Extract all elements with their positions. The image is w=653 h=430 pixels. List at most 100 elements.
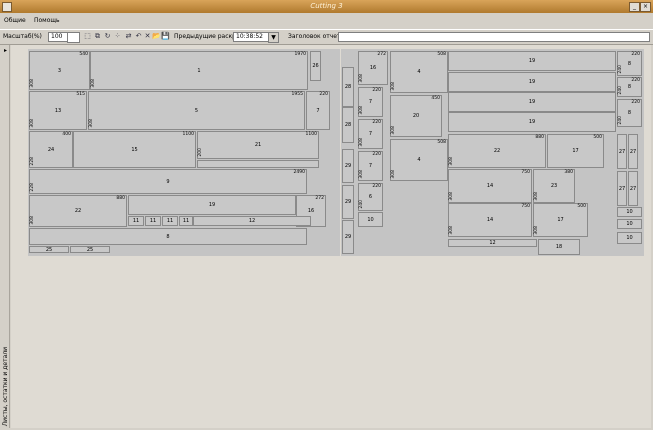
part-piece[interactable]: 13 515 308 [29,91,87,130]
prev-layouts-select[interactable]: 10:38:52 [233,32,269,42]
part-piece[interactable]: 19 [128,195,296,215]
part-piece[interactable]: 8 [29,228,307,245]
part-number: 10 [626,235,633,241]
part-width: 880 [535,135,544,140]
scale-apply-button[interactable] [67,32,80,43]
minimize-button[interactable]: _ [629,2,640,12]
part-width: 500 [577,204,586,209]
part-piece[interactable]: 28 [342,107,354,143]
report-title-label: Заголовок отчета [288,33,345,40]
layout-canvas[interactable]: 3 540 308 1 1970 308 26 13 515 308 5 1955 308 7 220 24 4… [11,45,651,428]
copy-icon[interactable]: ⧉ [93,32,102,41]
part-piece[interactable]: 8 220 240 [617,99,642,127]
menu-item-general[interactable]: Общие [4,17,26,24]
part-piece[interactable]: 17 500 [547,134,604,168]
part-piece[interactable]: 10 [358,212,383,227]
part-piece[interactable]: 11 [145,216,161,226]
part-piece[interactable]: 8 220 240 [617,77,642,97]
part-piece[interactable] [197,160,319,168]
swap-icon[interactable]: ⇄ [124,32,133,41]
part-piece[interactable]: 26 [310,51,321,81]
part-piece[interactable]: 29 [342,149,354,183]
part-piece[interactable]: 3 540 308 [29,51,90,90]
part-height: 308 [30,79,35,88]
scale-label: Масштаб(%) [3,33,42,40]
part-piece[interactable]: 28 [342,67,354,107]
chevron-down-icon[interactable]: ▼ [268,32,279,43]
part-piece[interactable]: 11 [179,216,193,226]
part-number: 27 [618,185,626,192]
part-piece[interactable]: 10 [617,232,642,244]
part-piece[interactable]: 23 380 308 [533,169,575,203]
part-piece[interactable]: 21 1100 200 [197,131,319,159]
part-piece[interactable]: 22 880 308 [448,134,546,168]
part-piece[interactable]: 27 [617,171,627,206]
part-piece[interactable]: 15 1100 [73,131,196,168]
open-folder-icon[interactable]: 📂 [152,32,161,41]
part-piece[interactable]: 22 880 308 [29,195,127,227]
window-buttons: _ × [629,2,651,12]
pin-icon[interactable]: ▸ [2,47,9,54]
part-piece[interactable]: 29 [342,220,354,254]
rotate-icon[interactable]: ↻ [103,32,112,41]
part-piece[interactable]: 5 1955 308 [88,91,305,130]
part-width: 508 [437,140,446,145]
part-piece[interactable]: 27 [617,134,627,169]
part-piece[interactable]: 27 [628,171,638,206]
part-piece[interactable]: 4 508 308 [390,139,448,181]
menu-item-help[interactable]: Помощь [34,17,60,24]
part-piece[interactable]: 19 [448,112,616,132]
undo-icon[interactable]: ↶ [134,32,143,41]
part-piece[interactable]: 24 400 228 [29,131,73,168]
part-piece[interactable]: 18 [538,239,580,255]
part-piece[interactable]: 7 220 308 [358,119,383,149]
part-height: 228 [30,183,35,192]
fit-page-icon[interactable]: ⬚ [83,32,92,41]
part-piece[interactable]: 29 [342,185,354,219]
part-height: 308 [449,226,454,235]
part-piece[interactable]: 12 [448,239,537,247]
part-piece[interactable]: 27 [628,134,638,169]
part-piece[interactable]: 10 [617,207,642,217]
part-piece[interactable]: 25 [70,246,110,253]
part-height: 308 [391,170,396,179]
part-piece[interactable]: 25 [29,246,69,253]
delete-icon[interactable]: ✕ [143,32,152,41]
part-number: 10 [626,209,633,215]
scale-input[interactable]: 100 [48,32,69,42]
part-piece[interactable]: 17 500 308 [533,203,588,237]
part-number: 10 [367,216,374,223]
part-piece[interactable]: 10 [617,219,642,229]
part-piece[interactable]: 14 750 308 [448,169,532,203]
part-piece[interactable]: 12 [193,216,311,226]
part-width: 880 [116,196,125,201]
part-piece[interactable]: 11 [128,216,144,226]
part-piece[interactable]: 4 508 308 [390,51,448,93]
part-width: 220 [319,92,328,97]
part-piece[interactable]: 6 220 240 [358,183,383,211]
part-piece[interactable]: 16 272 308 [358,51,388,85]
part-piece[interactable]: 19 [448,72,616,92]
part-number: 12 [489,240,496,246]
close-button[interactable]: × [640,2,651,12]
part-number: 7 [368,131,373,137]
sheet[interactable]: 3 540 308 1 1970 308 26 13 515 308 5 1955 308 7 220 24 4… [28,49,340,256]
part-piece[interactable]: 11 [162,216,178,226]
report-title-input[interactable] [338,32,650,42]
part-piece[interactable]: 9 2490 228 [29,169,307,194]
part-piece[interactable]: 19 [448,92,616,112]
part-piece[interactable]: 7 220 [306,91,330,130]
part-piece[interactable]: 8 220 240 [617,51,642,76]
pattern-icon[interactable]: ⁘ [113,32,122,41]
part-piece[interactable]: 7 220 308 [358,151,383,181]
save-icon[interactable]: 💾 [161,32,170,41]
part-width: 750 [521,204,530,209]
part-piece[interactable]: 19 [448,51,616,71]
part-piece[interactable]: 7 220 308 [358,87,383,117]
side-panel-tab[interactable]: Листы, остатки и детали [2,347,9,426]
part-piece[interactable]: 1 1970 308 [90,51,308,90]
sheet[interactable]: 28 28 29 29 29 16 272 308 7 220 308 7 220 308 7 220 308 6… [341,49,644,256]
part-piece[interactable]: 20 450 308 [390,95,442,137]
part-number: 29 [344,199,352,205]
part-piece[interactable]: 14 750 308 [448,203,532,237]
